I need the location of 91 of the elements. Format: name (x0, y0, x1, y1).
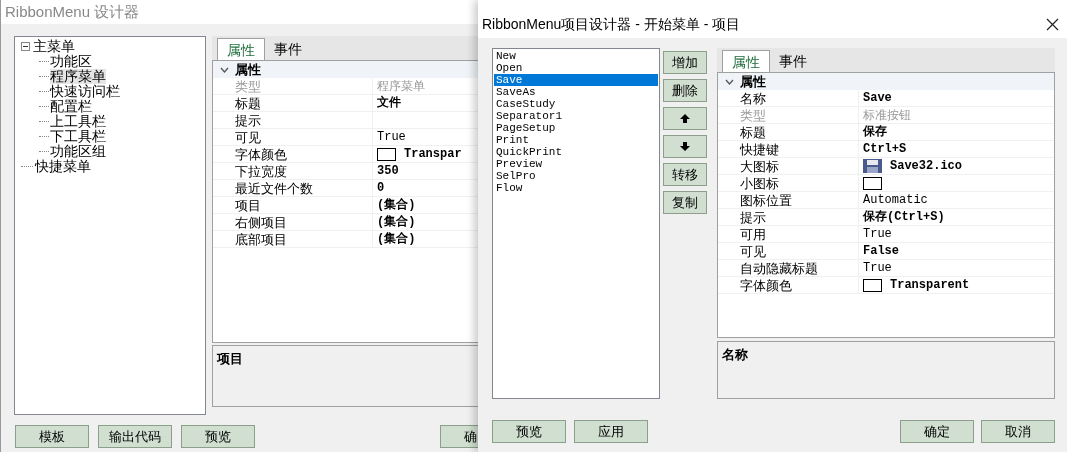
move-up-button[interactable] (663, 107, 707, 130)
property-value[interactable]: 保存(Ctrl+S) (863, 209, 945, 225)
list-item[interactable]: Separator1 (494, 110, 658, 122)
property-name: 底部项目 (213, 231, 373, 247)
category-label: 属性 (740, 73, 766, 91)
property-value[interactable]: (集合) (377, 214, 416, 230)
color-swatch (863, 278, 882, 292)
tree-item[interactable]: 功能区 (50, 54, 92, 69)
side-button[interactable]: 转移 (663, 163, 707, 186)
list-item[interactable]: Print (494, 134, 658, 146)
color-swatch (377, 147, 396, 161)
property-name: 字体颜色 (213, 146, 373, 162)
property-name: 提示 (718, 209, 859, 225)
property-name: 图标位置 (718, 192, 859, 208)
description-text: 项目 (217, 351, 243, 366)
footer-button[interactable]: 应用 (574, 420, 648, 443)
tree-item[interactable]: 快捷菜单 (35, 159, 91, 174)
property-name: 标题 (213, 95, 373, 111)
color-swatch (863, 176, 882, 190)
list-item[interactable]: New (494, 50, 658, 62)
property-name: 快捷键 (718, 141, 859, 157)
property-value[interactable]: Save (863, 90, 892, 106)
list-item[interactable]: QuickPrint (494, 146, 658, 158)
close-icon[interactable] (1046, 17, 1059, 31)
window-title: RibbonMenu 设计器 (5, 1, 140, 22)
property-name: 提示 (213, 112, 373, 128)
category-label: 属性 (235, 61, 261, 79)
list-item[interactable]: CaseStudy (494, 98, 658, 110)
property-name: 最近文件个数 (213, 180, 373, 196)
move-down-button[interactable] (663, 135, 707, 158)
property-value[interactable]: 350 (377, 163, 399, 179)
list-item[interactable]: Preview (494, 158, 658, 170)
property-name: 项目 (213, 197, 373, 213)
property-name: 自动隐藏标题 (718, 260, 859, 276)
property-name: 名称 (718, 90, 859, 106)
property-name: 标题 (718, 124, 859, 140)
property-name: 可用 (718, 226, 859, 242)
tree-item[interactable]: 快速访问栏 (50, 84, 120, 99)
list-item[interactable]: Flow (494, 182, 658, 194)
property-name: 下拉宽度 (213, 163, 373, 179)
side-button[interactable]: 增加 (663, 51, 707, 74)
tab[interactable]: 事件 (770, 50, 816, 72)
tree-item[interactable]: 下工具栏 (50, 129, 106, 144)
property-value[interactable]: 文件 (377, 95, 401, 111)
arrow-up-icon (680, 114, 690, 123)
property-name: 大图标 (718, 158, 859, 174)
list-item[interactable]: Open (494, 62, 658, 74)
property-name: 小图标 (718, 175, 859, 191)
property-value[interactable]: 0 (377, 180, 385, 196)
property-value[interactable]: Automatic (863, 192, 928, 208)
footer-button[interactable]: 预览 (181, 425, 255, 448)
property-value[interactable]: Transparent (890, 277, 970, 293)
property-value[interactable]: Ctrl+S (863, 141, 907, 157)
tree-item[interactable]: 配置栏 (50, 99, 92, 114)
arrow-down-icon (680, 142, 690, 151)
property-name: 右侧项目 (213, 214, 373, 230)
property-value[interactable]: False (863, 243, 899, 259)
list-item[interactable]: SaveAs (494, 86, 658, 98)
list-item[interactable]: Save (494, 74, 658, 86)
side-button[interactable]: 复制 (663, 191, 707, 214)
property-value[interactable]: True (863, 226, 892, 242)
footer-button[interactable]: 预览 (492, 420, 566, 443)
tree-item[interactable]: 主菜单 (33, 39, 75, 54)
tree-item[interactable]: 上工具栏 (50, 114, 106, 129)
property-name: 类型 (718, 107, 859, 123)
footer-button[interactable]: 取消 (981, 420, 1055, 443)
tree-item[interactable]: 功能区组 (50, 144, 106, 159)
property-value[interactable]: True (863, 260, 892, 276)
property-value[interactable]: (集合) (377, 197, 416, 213)
property-value[interactable]: Transpar (404, 146, 462, 162)
property-name: 字体颜色 (718, 277, 859, 293)
tab[interactable]: 属性 (217, 38, 265, 60)
footer-button[interactable]: 输出代码 (98, 425, 172, 448)
tab[interactable]: 属性 (722, 50, 770, 72)
list-item[interactable]: PageSetup (494, 122, 658, 134)
property-name: 可见 (718, 243, 859, 259)
side-button[interactable]: 删除 (663, 79, 707, 102)
property-name: 类型 (213, 78, 373, 94)
tab[interactable]: 事件 (265, 38, 311, 60)
property-value[interactable]: True (377, 129, 406, 145)
footer-button[interactable]: 模板 (15, 425, 89, 448)
footer-button[interactable]: 确定 (900, 420, 974, 443)
dialog-title: RibbonMenu项目设计器 - 开始菜单 - 项目 (482, 14, 741, 34)
tree-item[interactable]: 程序菜单 (50, 69, 106, 84)
collapse-box-icon[interactable] (21, 42, 30, 51)
list-item[interactable]: SelPro (494, 170, 658, 182)
property-value[interactable]: Save32.ico (890, 158, 962, 174)
description-text: 名称 (722, 347, 748, 362)
property-value[interactable]: (集合) (377, 231, 416, 247)
property-name: 可见 (213, 129, 373, 145)
property-value[interactable]: 保存 (863, 124, 887, 140)
